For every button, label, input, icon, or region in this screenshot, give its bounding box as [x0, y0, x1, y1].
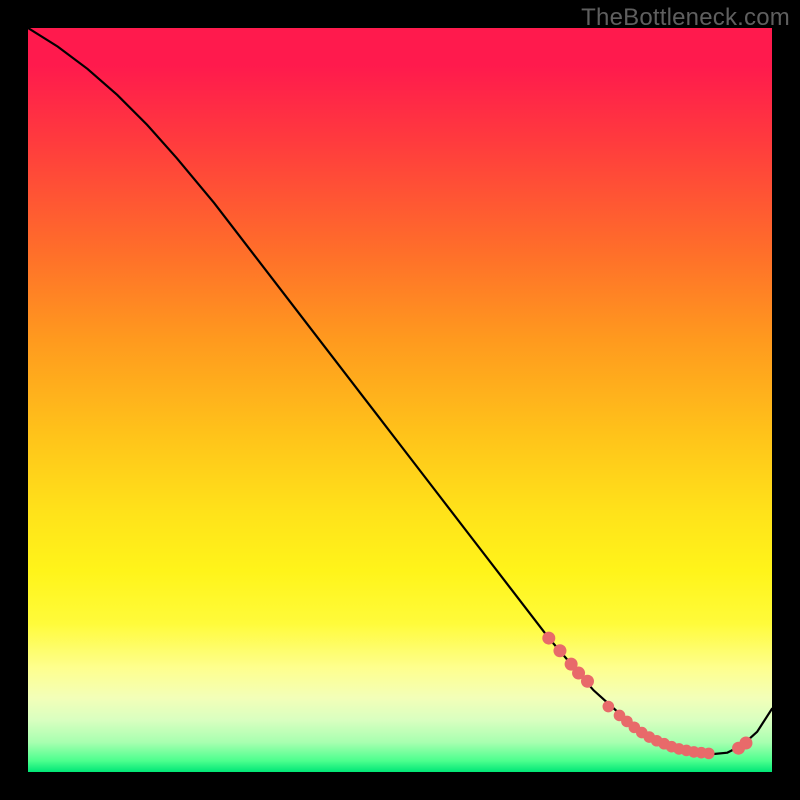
data-point	[542, 632, 555, 645]
data-point	[603, 701, 615, 713]
watermark-text: TheBottleneck.com	[581, 4, 790, 32]
data-point	[581, 675, 594, 688]
data-point	[739, 736, 752, 749]
data-cluster-minimum	[603, 701, 715, 759]
data-point	[553, 644, 566, 657]
curve-layer	[28, 28, 772, 772]
bottleneck-curve	[28, 28, 772, 754]
data-cluster-rise	[732, 736, 752, 754]
data-point	[703, 748, 715, 760]
plot-area	[28, 28, 772, 772]
chart-frame: TheBottleneck.com	[0, 0, 800, 800]
data-cluster-descent	[542, 632, 594, 688]
